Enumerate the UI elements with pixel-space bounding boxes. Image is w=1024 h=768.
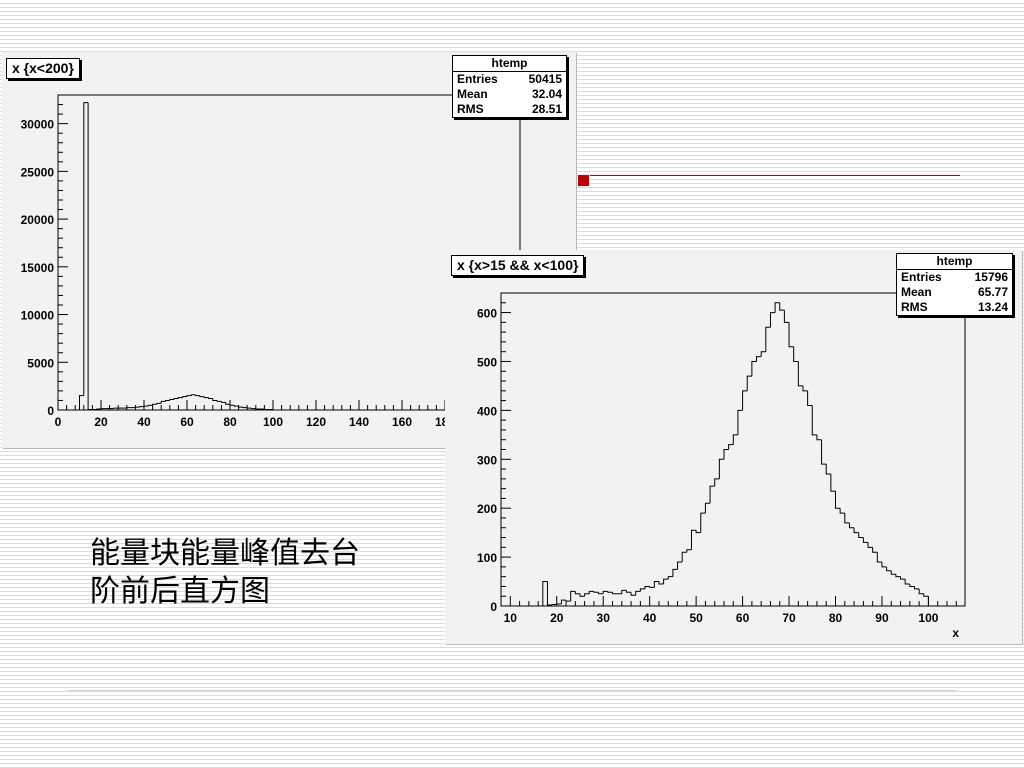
stats-value: 15796 (974, 270, 1008, 284)
x-tick-label: 30 (597, 611, 611, 625)
stats-value: 50415 (528, 72, 562, 86)
x-tick-label: 40 (643, 611, 657, 625)
x-axis-label: x (952, 626, 959, 640)
y-tick-label: 100 (477, 551, 497, 565)
y-tick-label: 20000 (21, 213, 55, 227)
y-tick-label: 600 (477, 307, 497, 321)
y-tick-label: 10000 (21, 309, 55, 323)
x-tick-label: 70 (782, 611, 796, 625)
y-tick-label: 300 (477, 453, 497, 467)
y-tick-label: 500 (477, 355, 497, 369)
y-tick-label: 0 (47, 404, 54, 418)
x-tick-label: 20 (94, 415, 108, 429)
histogram-title: x {x<200} (6, 58, 80, 79)
x-tick-label: 80 (223, 415, 237, 429)
stats-row-mean: Mean 65.77 (897, 285, 1012, 300)
stats-row-entries: Entries 15796 (897, 270, 1012, 285)
y-tick-label: 5000 (27, 356, 54, 370)
stats-box: htemp Entries 50415 Mean 32.04 RMS 28.51 (452, 55, 567, 118)
stats-row-entries: Entries 50415 (453, 72, 566, 87)
stats-row-rms: RMS 13.24 (897, 300, 1012, 315)
connector-line (590, 175, 960, 176)
caption-line: 能量块能量峰值去台 (90, 536, 360, 571)
x-tick-label: 90 (875, 611, 889, 625)
stats-value: 65.77 (977, 285, 1008, 299)
x-tick-label: 60 (180, 415, 194, 429)
x-tick-label: 10 (504, 611, 518, 625)
x-tick-label: 100 (263, 415, 283, 429)
histogram-title: x {x>15 && x<100} (451, 255, 585, 276)
stats-title: htemp (453, 56, 566, 72)
histogram-canvas-zoomed: 0 100 200 300 400 500 600 10 20 30 40 50 60 70 80 90 100… (445, 250, 1022, 644)
x-tick-label: 50 (689, 611, 703, 625)
y-tick-label: 25000 (21, 165, 55, 179)
stats-row-rms: RMS 28.51 (453, 102, 566, 117)
plot-frame (500, 292, 966, 607)
stats-label: Mean (457, 87, 488, 101)
footer-divider (68, 690, 956, 691)
y-tick-label: 0 (490, 600, 497, 614)
stats-value: 32.04 (531, 87, 562, 101)
stats-box: htemp Entries 15796 Mean 65.77 RMS 13.24 (896, 253, 1013, 316)
x-tick-label: 120 (306, 415, 326, 429)
stats-label: Entries (457, 72, 498, 86)
x-tick-label: 0 (55, 415, 62, 429)
stats-label: Mean (901, 285, 932, 299)
x-tick-label: 80 (829, 611, 843, 625)
caption-text: 能量块能量峰值去台 阶前后直方图 (90, 535, 420, 611)
y-tick-label: 30000 (21, 118, 55, 132)
stats-label: RMS (901, 300, 928, 314)
y-tick-label: 200 (477, 502, 497, 516)
x-tick-label: 100 (918, 611, 938, 625)
x-tick-label: 160 (392, 415, 412, 429)
stats-title: htemp (897, 254, 1012, 270)
x-tick-label: 40 (137, 415, 151, 429)
x-tick-label: 60 (736, 611, 750, 625)
stats-value: 13.24 (977, 300, 1008, 314)
x-tick-label: 20 (550, 611, 564, 625)
stats-label: Entries (901, 270, 942, 284)
stats-value: 28.51 (531, 102, 562, 116)
y-tick-label: 400 (477, 404, 497, 418)
stats-label: RMS (457, 102, 484, 116)
x-tick-label: 140 (349, 415, 369, 429)
caption-line: 阶前后直方图 (90, 574, 270, 609)
y-tick-label: 15000 (21, 261, 55, 275)
stats-row-mean: Mean 32.04 (453, 87, 566, 102)
connector-marker (578, 175, 589, 186)
